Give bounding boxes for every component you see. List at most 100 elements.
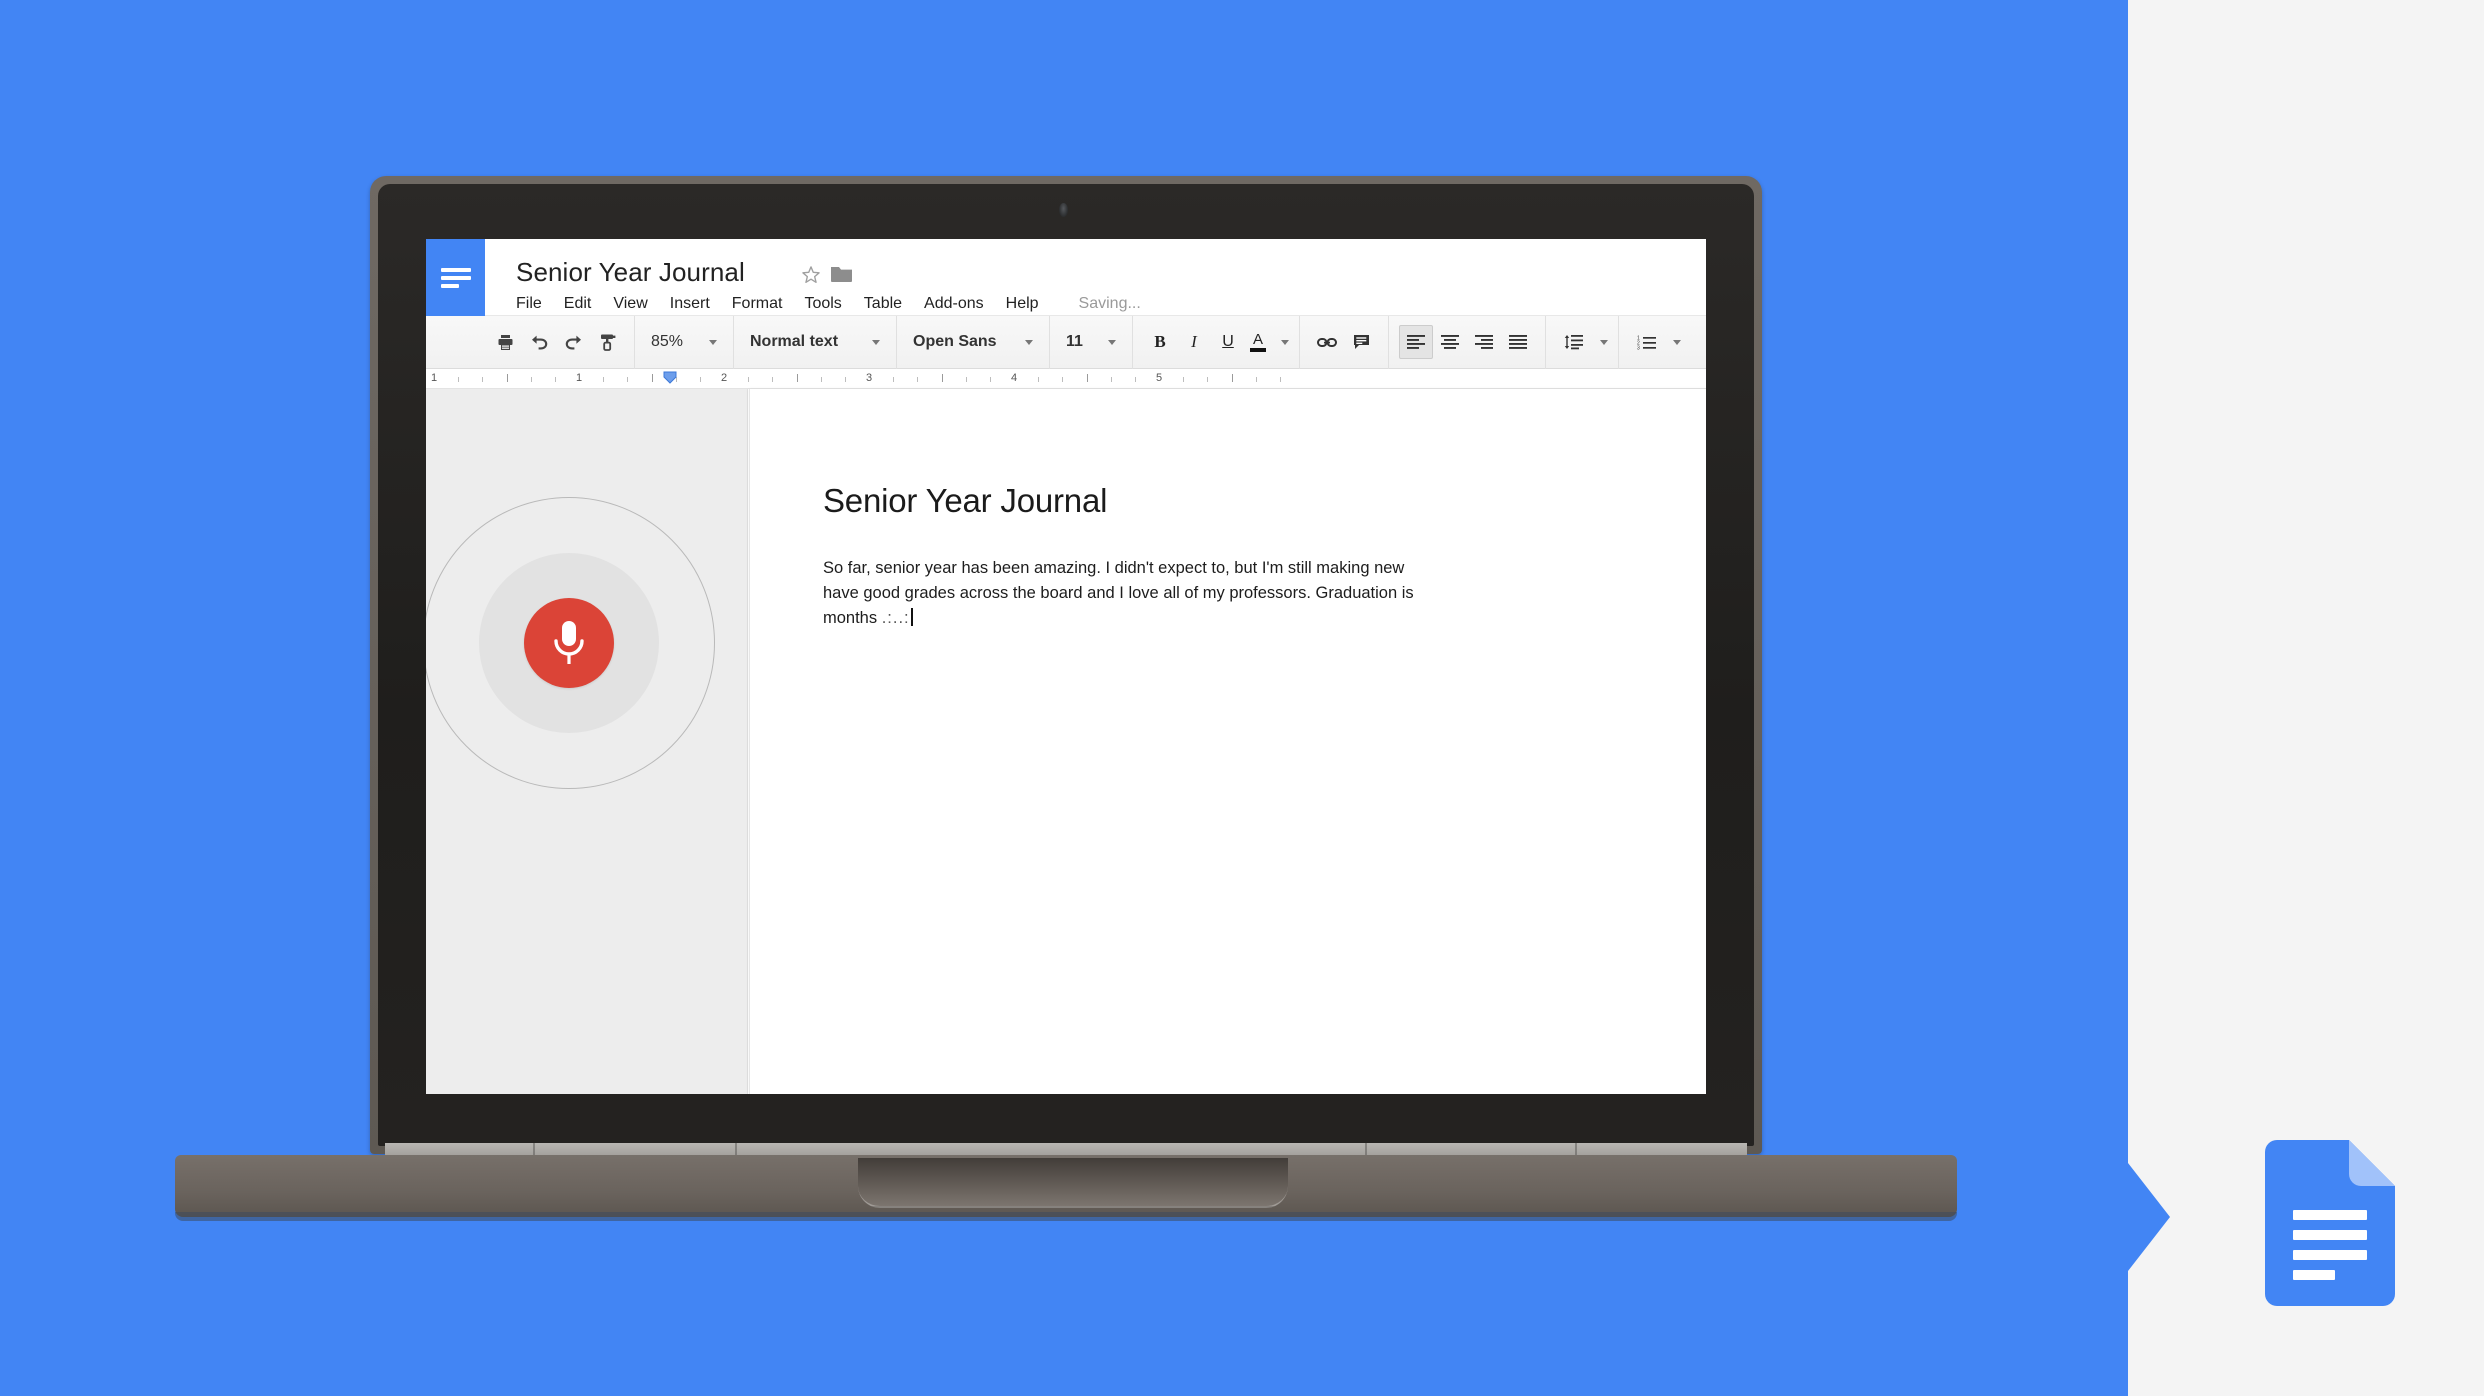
ruler-tick [554, 377, 556, 382]
voice-typing-panel [426, 389, 748, 1094]
menu-item-view[interactable]: View [613, 295, 660, 313]
line-spacing-icon[interactable] [1556, 325, 1590, 359]
ruler-tick [482, 377, 484, 382]
ruler-tick [1062, 377, 1064, 382]
svg-text:3: 3 [1637, 345, 1640, 349]
microphone-icon[interactable] [524, 598, 614, 688]
ruler-tick [1279, 377, 1281, 382]
star-icon[interactable] [800, 264, 822, 286]
text-color-label: A [1252, 331, 1263, 348]
ruler-number: 4 [1010, 372, 1018, 384]
menu-item-help[interactable]: Help [1006, 295, 1052, 313]
paint-format-icon[interactable] [590, 325, 624, 359]
ruler-tick [1231, 374, 1233, 382]
paragraph-style-select[interactable]: Normal text [744, 325, 886, 359]
document-line-2: have good grades across the board and I … [823, 584, 1414, 602]
zoom-value: 85% [651, 333, 684, 350]
text-color-button[interactable]: A [1245, 325, 1271, 359]
italic-button[interactable]: I [1177, 325, 1211, 359]
laptop-base-notch [858, 1158, 1288, 1208]
ruler-tick [1086, 374, 1088, 382]
ruler-tick [1255, 377, 1257, 382]
ruler-tick [651, 374, 653, 382]
ruler-tick [820, 377, 822, 382]
page-title[interactable]: Senior Year Journal [516, 257, 745, 288]
laptop-base-shadow [175, 1212, 1957, 1221]
chevron-down-icon[interactable] [1600, 339, 1608, 345]
text-color-swatch [1250, 348, 1266, 352]
menu-item-addons[interactable]: Add-ons [924, 295, 997, 313]
laptop-screen: Senior Year Journal File Edit View Inser… [426, 239, 1706, 1094]
webcam-icon [1059, 203, 1068, 217]
menu-item-edit[interactable]: Edit [564, 295, 605, 313]
align-justify-icon[interactable] [1501, 325, 1535, 359]
app-header: Senior Year Journal File Edit View Inser… [426, 239, 1706, 316]
ruler-tick [941, 374, 943, 382]
print-icon[interactable] [488, 325, 522, 359]
toolbar-group-font: Open Sans [897, 315, 1050, 369]
ruler-tick [1110, 377, 1112, 382]
ruler-tick [1183, 377, 1185, 382]
chevron-down-icon [872, 339, 880, 345]
ruler-tick [458, 377, 460, 382]
docs-logo-icon[interactable] [426, 239, 485, 316]
menu-item-format[interactable]: Format [732, 295, 796, 313]
chevron-down-icon[interactable] [1673, 339, 1681, 345]
document-line-1: So far, senior year has been amazing. I … [823, 559, 1405, 577]
align-center-icon[interactable] [1433, 325, 1467, 359]
ruler-tick [627, 377, 629, 382]
align-right-icon[interactable] [1467, 325, 1501, 359]
italic-label: I [1191, 332, 1197, 351]
underline-button[interactable]: U [1211, 325, 1245, 359]
menu-item-table[interactable]: Table [864, 295, 915, 313]
chevron-down-icon [709, 339, 717, 345]
ruler-number: 1 [575, 372, 583, 384]
formatting-toolbar: 85% Normal text Open Sans 11 B I U A 1 2… [426, 315, 1706, 369]
font-size-select[interactable]: 11 [1060, 325, 1122, 359]
align-left-icon[interactable] [1399, 325, 1433, 359]
ruler-tick [917, 377, 919, 382]
ruler-tick [965, 377, 967, 382]
chevron-down-icon [1025, 339, 1033, 345]
font-size-value: 11 [1066, 333, 1083, 350]
toolbar-group-spacing [1546, 315, 1619, 369]
chevron-down-icon[interactable] [1281, 339, 1289, 345]
toolbar-group-textstyle: B I U A [1133, 315, 1300, 369]
toolbar-group-list: 123 [1619, 316, 1691, 369]
chevron-down-icon [1108, 339, 1116, 345]
menu-bar: File Edit View Insert Format Tools Table… [516, 295, 1141, 313]
bold-button[interactable]: B [1143, 325, 1177, 359]
document-page[interactable]: Senior Year Journal So far, senior year … [749, 389, 1706, 1094]
ruler-tick [796, 374, 798, 382]
toolbar-group-fontsize: 11 [1050, 315, 1133, 369]
menu-item-insert[interactable]: Insert [670, 295, 723, 313]
comment-icon[interactable] [1344, 325, 1378, 359]
document-body[interactable]: So far, senior year has been amazing. I … [823, 556, 1703, 631]
ruler-number: 2 [720, 372, 728, 384]
toolbar-group-insert [1300, 315, 1389, 369]
undo-icon[interactable] [522, 325, 556, 359]
numbered-list-icon[interactable]: 123 [1629, 325, 1663, 359]
right-arrow-icon [2128, 1163, 2170, 1271]
menu-item-tools[interactable]: Tools [804, 295, 854, 313]
document-line-3-text: months [823, 609, 878, 627]
ruler-tick [1038, 377, 1040, 382]
toolbar-group-align [1389, 315, 1546, 369]
link-icon[interactable] [1310, 325, 1344, 359]
redo-icon[interactable] [556, 325, 590, 359]
menu-item-file[interactable]: File [516, 295, 555, 313]
docs-logo-lines [440, 267, 471, 288]
horizontal-ruler[interactable]: 1 1 2 3 4 5 [426, 369, 1706, 389]
ruler-number: 3 [865, 372, 873, 384]
font-family-select[interactable]: Open Sans [907, 325, 1039, 359]
indent-marker-icon[interactable] [663, 371, 677, 384]
zoom-select[interactable]: 85% [645, 325, 723, 359]
save-status-label: Saving... [1078, 295, 1141, 312]
google-docs-product-icon [2265, 1140, 2395, 1306]
text-cursor [910, 608, 913, 626]
bold-label: B [1154, 332, 1166, 351]
paragraph-style-value: Normal text [750, 333, 839, 350]
folder-icon[interactable] [831, 265, 852, 283]
ruler-tick [748, 377, 750, 382]
ruler-tick [1207, 377, 1209, 382]
